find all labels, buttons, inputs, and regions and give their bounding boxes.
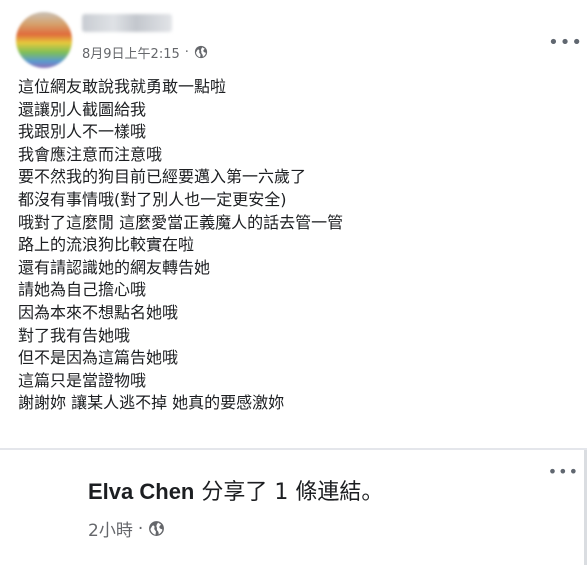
- post-line: 這篇只是當證物哦: [18, 370, 147, 390]
- meta-separator: ·: [184, 44, 189, 60]
- author-name[interactable]: ▓▓▓▓ ▓▓: [82, 14, 172, 32]
- post-card: ▓▓▓▓ ▓▓ 8月9日上午2:15 · ••• 這位網友敢說我就勇敢一點啦 還…: [0, 0, 587, 448]
- share-action-text: 分享了 1 條連結。: [194, 480, 384, 505]
- more-options-icon[interactable]: •••: [548, 32, 583, 53]
- post-line: 還讓別人截圖給我: [18, 99, 147, 119]
- post-line: 我會應注意而注意哦: [18, 144, 163, 164]
- post-meta: 8月9日上午2:15 ·: [82, 43, 208, 62]
- globe-icon[interactable]: [194, 45, 208, 59]
- meta-separator: ·: [137, 518, 144, 539]
- avatar[interactable]: [16, 12, 72, 68]
- post-line: 請她為自己擔心哦: [18, 280, 147, 300]
- post-body: 這位網友敢說我就勇敢一點啦 還讓別人截圖給我 我跟別人不一樣哦 我會應注意而注意…: [18, 76, 578, 415]
- post-line: 謝謝妳 讓某人逃不掉 她真的要感激妳: [18, 393, 285, 413]
- post-line: 哦對了這麼閒 這麼愛當正義魔人的話去管一管: [18, 212, 344, 232]
- post-line: 還有請認識她的網友轉告她: [18, 257, 211, 277]
- post-line: 這位網友敢說我就勇敢一點啦: [18, 77, 227, 96]
- post-line: 路上的流浪狗比較實在啦: [18, 235, 195, 255]
- post-line: 但不是因為這篇告她哦: [18, 348, 179, 368]
- sharer-name[interactable]: Elva Chen: [88, 479, 194, 504]
- globe-icon[interactable]: [148, 520, 165, 537]
- share-header: Elva Chen 分享了 1 條連結。: [88, 474, 383, 506]
- post-line: 都沒有事情哦(對了別人也一定更安全): [18, 189, 287, 209]
- post-timestamp[interactable]: 8月9日上午2:15: [82, 43, 180, 62]
- post-line: 對了我有告她哦: [18, 325, 131, 345]
- post-line: 要不然我的狗目前已經要邁入第一六歲了: [18, 167, 307, 187]
- share-more-options-icon[interactable]: •••: [548, 462, 579, 481]
- share-meta: 2小時 ·: [88, 516, 165, 541]
- post-line: 我跟別人不一樣哦: [18, 122, 147, 142]
- post-line: 因為本來不想點名她哦: [18, 302, 179, 322]
- share-timestamp[interactable]: 2小時: [88, 516, 133, 541]
- divider: [0, 448, 587, 450]
